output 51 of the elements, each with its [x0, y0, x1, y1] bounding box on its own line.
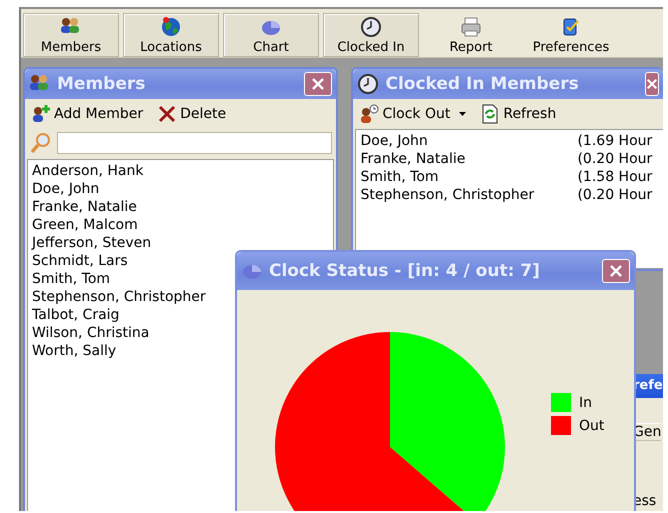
clock-icon: [357, 73, 380, 95]
hours-text: (0.20 Hour: [577, 186, 652, 204]
hours-text: (1.69 Hour: [577, 132, 652, 150]
toolbar-button[interactable]: Members: [23, 13, 119, 57]
close-button[interactable]: [645, 72, 659, 96]
window-title: Clocked In Members: [385, 74, 580, 94]
list-item[interactable]: Jefferson, Steven: [32, 234, 152, 252]
cross-icon: [157, 104, 178, 124]
list-item[interactable]: Doe, John: [32, 180, 100, 198]
hours-text: (0.20 Hour: [577, 150, 652, 168]
toolbar-button[interactable]: Chart: [223, 13, 319, 57]
toolbar-button[interactable]: Clock Out: [357, 104, 468, 124]
close-button[interactable]: [304, 72, 332, 96]
close-icon: [609, 264, 623, 278]
toolbar-button[interactable]: Add Member: [29, 104, 146, 124]
list-item[interactable]: Anderson, Hank: [32, 162, 144, 180]
window-title: Members: [57, 74, 146, 94]
caret-icon: [459, 112, 466, 116]
toolbar-button[interactable]: Refresh: [478, 104, 558, 124]
list-item[interactable]: Franke, Natalie: [32, 198, 137, 216]
list-item[interactable]: Wilson, Christina: [32, 324, 150, 342]
hours-text: (1.58 Hour: [577, 168, 652, 186]
printer-icon: [460, 16, 482, 38]
close-icon: [646, 77, 658, 91]
window-title: Clock Status - [in: 4 / out: 7]: [269, 261, 541, 281]
toolbar-button[interactable]: Report: [423, 13, 519, 57]
person-add-icon: [31, 104, 51, 124]
list-item[interactable]: Stephenson, Christopher: [32, 288, 206, 306]
list-item[interactable]: Worth, Sally: [32, 342, 116, 360]
list-item[interactable]: Talbot, Craig: [32, 306, 120, 324]
list-item[interactable]: Franke, Natalie: [360, 150, 578, 168]
toolbar-button[interactable]: Locations: [123, 13, 219, 57]
list-item[interactable]: Doe, John: [360, 132, 578, 150]
globe-icon: [160, 16, 182, 38]
clock-icon: [360, 16, 382, 38]
close-button[interactable]: [602, 259, 630, 283]
toolbar-button[interactable]: Clocked In: [323, 13, 419, 57]
search-icon: [29, 131, 53, 155]
legend-label: Out: [579, 418, 604, 434]
list-item[interactable]: Schmidt, Lars: [32, 252, 128, 270]
list-item[interactable]: Green, Malcom: [32, 216, 138, 234]
list-item[interactable]: Smith, Tom: [360, 168, 578, 186]
legend-label: In: [579, 394, 592, 410]
close-icon: [311, 77, 326, 91]
person-clock-icon: [359, 104, 380, 124]
toolbar-button[interactable]: Delete: [155, 104, 228, 124]
toolbar-button[interactable]: Preferences: [523, 13, 619, 57]
list-item[interactable]: Smith, Tom: [32, 270, 110, 288]
list-item[interactable]: Stephenson, Christopher: [360, 186, 578, 204]
refresh-icon: [480, 104, 500, 124]
search-field[interactable]: [57, 132, 332, 154]
